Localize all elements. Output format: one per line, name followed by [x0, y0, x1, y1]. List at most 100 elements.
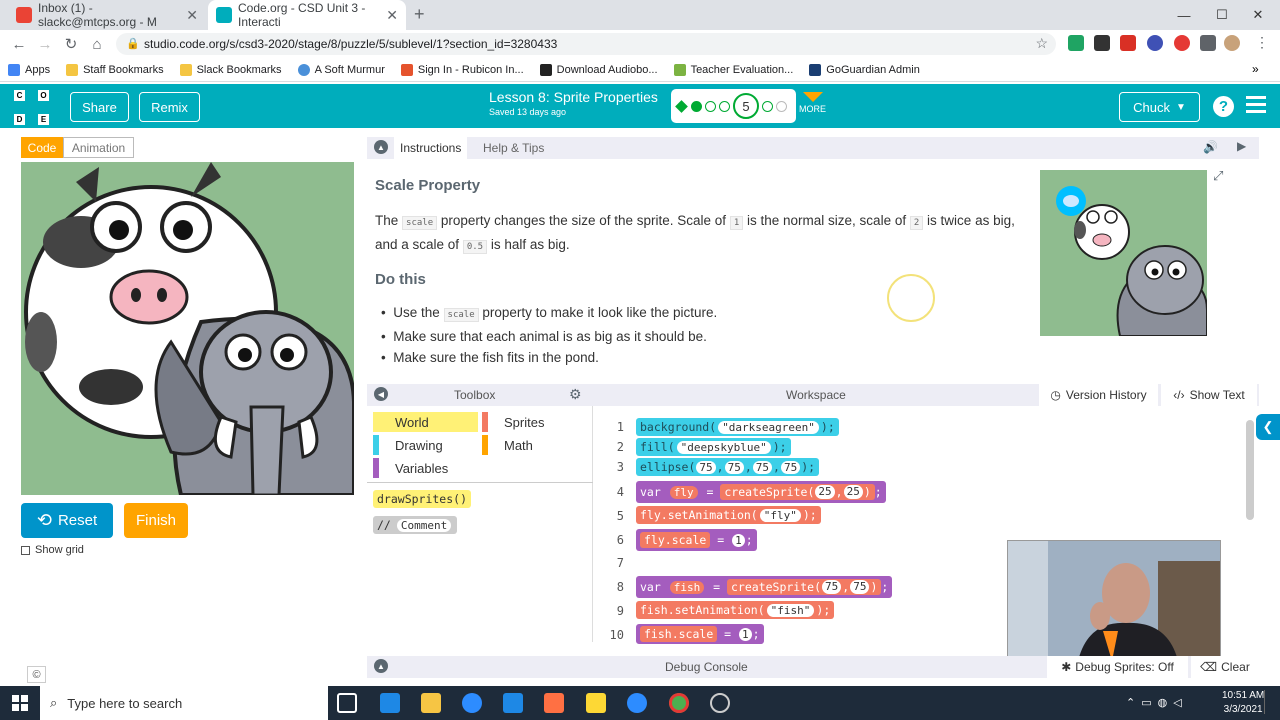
progress-dot[interactable]	[705, 100, 716, 112]
code-block-var-fish[interactable]: var fish = createSprite(75, 75);	[636, 576, 893, 598]
draw-sprites-block[interactable]: drawSprites()	[373, 490, 472, 508]
close-icon[interactable]: ✕	[186, 7, 198, 24]
lesson-title[interactable]: Lesson 8: Sprite Properties	[489, 89, 658, 105]
star-icon[interactable]: ☆	[1035, 35, 1048, 52]
show-grid-toggle[interactable]: Show grid	[21, 544, 84, 556]
menu-dots-icon[interactable]: ⋮	[1255, 34, 1269, 51]
expand-image-icon[interactable]: ⤢	[1213, 168, 1223, 184]
minimize-icon[interactable]: —	[1166, 0, 1202, 30]
category-variables[interactable]: Variables	[373, 458, 478, 478]
close-icon[interactable]: ✕	[386, 7, 398, 24]
zoom-icon[interactable]	[627, 693, 647, 713]
category-drawing[interactable]: Drawing	[373, 435, 478, 455]
code-block-fly-scale[interactable]: fly .scale = 1;	[636, 529, 757, 551]
bookmark-rubicon[interactable]: Sign In - Rubicon In...	[393, 63, 532, 76]
tab-gmail[interactable]: Inbox (1) - slackc@mtcps.org - M ✕	[8, 0, 206, 30]
window-close-icon[interactable]: ✕	[1240, 0, 1276, 30]
show-grid-checkbox[interactable]	[21, 545, 30, 555]
speaker-icon[interactable]: 🔊	[1203, 140, 1218, 154]
reload-icon[interactable]: ↻	[58, 30, 84, 58]
tab-help-tips[interactable]: Help & Tips	[483, 141, 544, 155]
bookmark-audiobook[interactable]: Download Audiobo...	[532, 63, 666, 76]
bookmark-teacher[interactable]: Teacher Evaluation...	[666, 63, 802, 76]
var-name[interactable]: fish	[640, 603, 668, 617]
var-name[interactable]: fish	[644, 627, 672, 641]
workspace-scrollbar[interactable]	[1246, 420, 1254, 520]
category-math[interactable]: Math	[482, 435, 582, 455]
hamburger-menu-icon[interactable]	[1246, 96, 1266, 113]
bookmark-staff[interactable]: Staff Bookmarks	[58, 63, 172, 76]
diamond-icon[interactable]	[675, 99, 688, 113]
string-arg[interactable]: "fish"	[766, 603, 815, 617]
game-canvas[interactable]	[21, 162, 354, 495]
extension-icon[interactable]	[1068, 35, 1084, 51]
show-desktop-button[interactable]	[1264, 690, 1276, 714]
code-block-var-fly[interactable]: var fly = createSprite(25, 25);	[636, 481, 886, 503]
number-arg[interactable]: 75	[780, 460, 801, 474]
bookmark-murmur[interactable]: A Soft Murmur	[290, 63, 393, 76]
number-arg[interactable]: 1	[739, 627, 752, 641]
var-name[interactable]: fly	[644, 533, 665, 547]
calendar-icon[interactable]	[503, 693, 523, 713]
number-arg[interactable]: 25	[815, 485, 835, 499]
collapse-left-icon[interactable]: ◀	[374, 387, 388, 401]
bookmark-slack[interactable]: Slack Bookmarks	[172, 63, 290, 76]
new-tab-icon[interactable]: +	[414, 4, 425, 25]
sticky-notes-icon[interactable]	[586, 693, 606, 713]
gear-icon[interactable]: ⚙	[569, 386, 582, 403]
maximize-icon[interactable]: ☐	[1204, 0, 1240, 30]
tab-codeorg[interactable]: Code.org - CSD Unit 3 - Interacti ✕	[208, 0, 406, 30]
var-name[interactable]: fly	[640, 508, 661, 522]
share-button[interactable]: Share	[70, 92, 129, 122]
var-name[interactable]: fish	[669, 580, 705, 594]
number-arg[interactable]: 75	[724, 460, 744, 474]
code-block-fill[interactable]: fill("deepskyblue");	[636, 438, 791, 456]
bookmark-goguardian[interactable]: GoGuardian Admin	[801, 63, 928, 76]
play-icon[interactable]: ▶	[1237, 139, 1246, 153]
codeorg-logo[interactable]: C O D E	[14, 90, 49, 125]
category-sprites[interactable]: Sprites	[482, 412, 582, 432]
debug-sprites-button[interactable]: ✱ Debug Sprites: Off	[1047, 656, 1188, 678]
string-arg[interactable]: "fly"	[759, 508, 801, 522]
taskbar-clock[interactable]: 10:51 AM 3/3/2021	[1222, 689, 1264, 717]
windows-start-icon[interactable]	[12, 695, 28, 711]
version-history-button[interactable]: ◷ Version History	[1039, 384, 1158, 406]
remix-button[interactable]: Remix	[139, 92, 200, 122]
copyright-button[interactable]: ©	[27, 666, 46, 683]
number-arg[interactable]: 1	[732, 533, 745, 547]
code-block-fly-animation[interactable]: fly .setAnimation("fly");	[636, 506, 821, 524]
number-arg[interactable]: 25	[843, 485, 863, 499]
help-icon[interactable]: ?	[1213, 96, 1234, 117]
code-block-background[interactable]: background("darkseagreen");	[636, 418, 839, 436]
number-arg[interactable]: 75	[850, 580, 870, 594]
file-explorer-icon[interactable]	[421, 693, 441, 713]
side-panel-toggle-icon[interactable]: ❮	[1256, 414, 1280, 440]
taskbar-search[interactable]: ⌕ Type here to search	[40, 686, 328, 720]
current-puzzle[interactable]: 5	[733, 93, 759, 119]
string-arg[interactable]: "deepskyblue"	[676, 440, 771, 454]
puzzle-icon[interactable]	[1200, 35, 1216, 51]
progress-dot[interactable]	[762, 100, 773, 112]
number-arg[interactable]: 75	[822, 580, 842, 594]
tab-instructions[interactable]: Instructions	[394, 137, 468, 159]
forward-icon[interactable]: →	[32, 30, 58, 58]
address-bar[interactable]: 🔒 studio.code.org/s/csd3-2020/stage/8/pu…	[116, 33, 1056, 55]
mail-icon[interactable]	[380, 693, 400, 713]
var-name[interactable]: fly	[669, 485, 698, 499]
code-block-fish-scale[interactable]: fish .scale = 1;	[636, 624, 764, 644]
reset-button[interactable]: ⟲ Reset	[21, 503, 113, 538]
extension-icon[interactable]	[1174, 35, 1190, 51]
chrome-icon[interactable]	[669, 693, 689, 713]
chevron-right-icon[interactable]: »	[1252, 62, 1259, 76]
back-icon[interactable]: ←	[6, 30, 32, 58]
code-block-fish-animation[interactable]: fish .setAnimation("fish");	[636, 601, 835, 619]
clear-button[interactable]: ⌫ Clear	[1191, 656, 1259, 678]
collapse-icon[interactable]: ▲	[374, 140, 388, 154]
code-block-ellipse[interactable]: ellipse(75, 75, 75, 75);	[636, 458, 820, 476]
comment-block[interactable]: // Comment	[373, 516, 458, 534]
category-world[interactable]: World	[373, 412, 478, 432]
tab-animation[interactable]: Animation	[63, 137, 134, 158]
expand-icon[interactable]: ▲	[374, 659, 388, 673]
pdf-extension-icon[interactable]	[1120, 35, 1136, 51]
tab-code[interactable]: Code	[21, 137, 63, 158]
